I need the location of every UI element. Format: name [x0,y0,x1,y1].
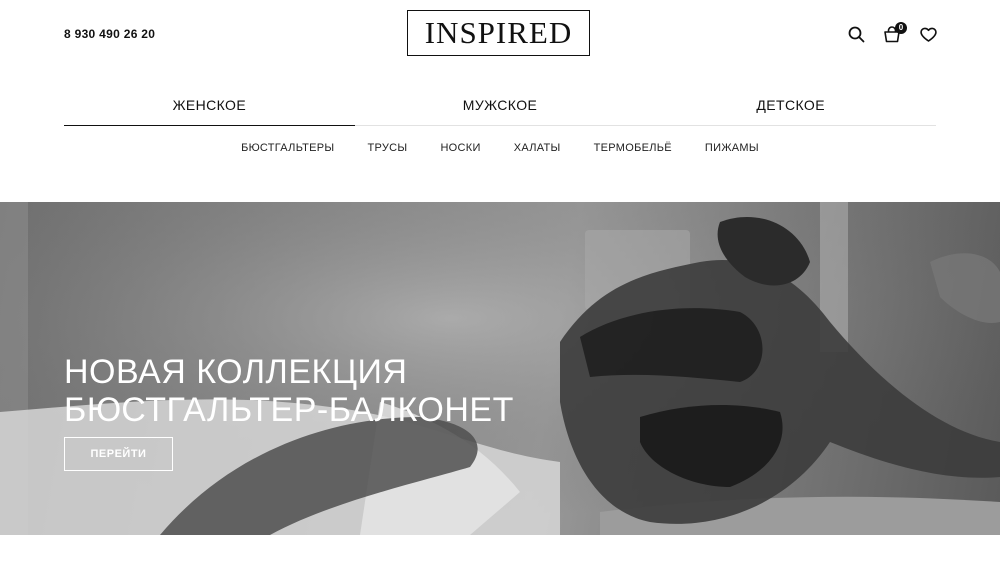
search-icon [848,26,864,42]
hero-go-button[interactable]: ПЕРЕЙТИ [64,437,173,471]
favorites-button[interactable] [918,24,938,44]
search-button[interactable] [846,24,866,44]
tab-women[interactable]: ЖЕНСКОЕ [64,86,355,126]
category-thermal[interactable]: ТЕРМОБЕЛЬЁ [594,142,672,154]
heart-icon [919,27,937,42]
category-nav: БЮСТГАЛЬТЕРЫ ТРУСЫ НОСКИ ХАЛАТЫ ТЕРМОБЕЛ… [0,142,1000,154]
logo[interactable]: INSPIRED [407,10,590,56]
category-robes[interactable]: ХАЛАТЫ [514,142,561,154]
category-bras[interactable]: БЮСТГАЛЬТЕРЫ [241,142,334,154]
cart-button[interactable]: 0 [882,22,907,44]
category-socks[interactable]: НОСКИ [440,142,480,154]
tab-kids[interactable]: ДЕТСКОЕ [645,86,936,125]
header-actions: 0 [846,22,938,44]
gender-nav: ЖЕНСКОЕ МУЖСКОЕ ДЕТСКОЕ [64,86,936,126]
site-header: 8 930 490 26 20 INSPIRED 0 [0,0,1000,70]
category-panties[interactable]: ТРУСЫ [367,142,407,154]
category-pajamas[interactable]: ПИЖАМЫ [705,142,759,154]
phone-number[interactable]: 8 930 490 26 20 [64,27,155,41]
cart-count-badge: 0 [895,22,907,34]
hero-title-line-2: БЮСТГАЛЬТЕР-БАЛКОНЕТ [64,390,514,429]
hero-banner: НОВАЯ КОЛЛЕКЦИЯ БЮСТГАЛЬТЕР-БАЛКОНЕТ ПЕР… [0,202,1000,535]
hero-title: НОВАЯ КОЛЛЕКЦИЯ БЮСТГАЛЬТЕР-БАЛКОНЕТ [64,353,514,429]
hero-title-line-1: НОВАЯ КОЛЛЕКЦИЯ [64,352,408,391]
tab-men[interactable]: МУЖСКОЕ [355,86,646,125]
